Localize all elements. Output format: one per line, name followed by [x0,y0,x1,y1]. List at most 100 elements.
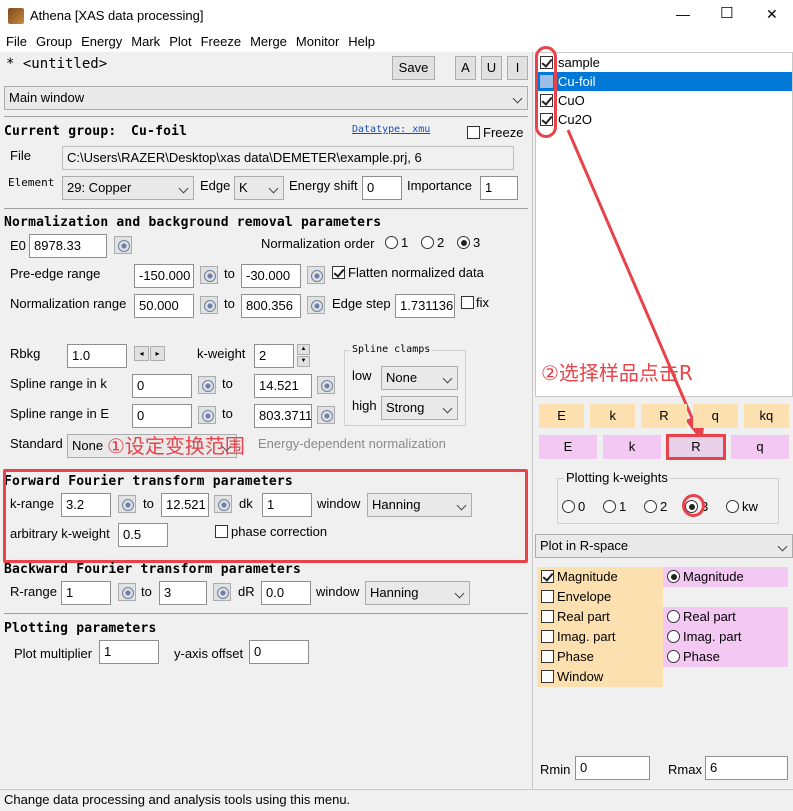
maximize-button[interactable]: ☐ [720,4,733,22]
close-button[interactable]: ✕ [766,6,778,23]
e0-pick-icon[interactable] [114,236,132,254]
rrange-to-pick-icon[interactable] [213,583,231,601]
plot-option-window[interactable]: Window [537,667,663,687]
plot-e-button[interactable]: E [539,435,597,459]
bft-window-select[interactable]: Hanning [365,581,470,605]
preedge-from-pick-icon[interactable] [200,266,218,284]
low-clamp-select[interactable]: None [381,366,458,390]
kweight-down-arrow[interactable]: ▼ [297,356,310,367]
plot-option-checkbox[interactable] [541,610,554,623]
spline-e-to-pick-icon[interactable] [317,406,335,424]
edge-step-field[interactable]: 1.731136 [395,294,455,318]
menu-energy[interactable]: Energy [81,34,127,52]
rbkg-right-arrow[interactable]: ▸ [150,346,165,361]
menu-mark[interactable]: Mark [131,34,165,52]
rmax-field[interactable]: 6 [705,756,788,780]
plot-option-phase[interactable]: Phase [663,647,788,667]
plot-r-button[interactable]: R [666,434,726,460]
plot-option-phase[interactable]: Phase [537,647,663,667]
menu-merge[interactable]: Merge [250,34,292,52]
plot-option-imag-part[interactable]: Imag. part [663,627,788,647]
rbkg-field[interactable]: 1.0 [67,344,127,368]
rrange-from-pick-icon[interactable] [118,583,136,601]
spline-k-to-pick-icon[interactable] [317,376,335,394]
preedge-to-field[interactable]: -30.000 [241,264,301,288]
preedge-from-field[interactable]: -150.000 [134,264,194,288]
menu-help[interactable]: Help [348,34,380,52]
rmin-field[interactable]: 0 [575,756,650,780]
save-button[interactable]: Save [392,56,435,80]
group-list-item[interactable]: CuO [536,91,792,110]
normrange-from-pick-icon[interactable] [200,296,218,314]
plot-option-radio[interactable] [667,650,680,663]
plot-option-checkbox[interactable] [541,650,554,663]
plot-option-checkbox[interactable] [541,590,554,603]
spline-k-from-field[interactable]: 0 [132,374,192,398]
minimize-button[interactable]: — [676,6,690,22]
menu-freeze[interactable]: Freeze [201,34,246,52]
dr-field[interactable]: 0.0 [261,581,311,605]
plot-q-button[interactable]: q [692,404,738,428]
plot-kq-button[interactable]: kq [743,404,789,428]
plot-option-magnitude[interactable]: Magnitude [537,567,663,587]
element-select[interactable]: 29: Copper [62,176,194,200]
spline-e-from-pick-icon[interactable] [198,406,216,424]
plot-option-checkbox[interactable] [541,670,554,683]
plot-multiplier-field[interactable]: 1 [99,640,159,664]
yaxis-offset-field[interactable]: 0 [249,640,309,664]
normrange-to-pick-icon[interactable] [307,296,325,314]
unmark-button[interactable]: U [481,56,502,80]
plot-option-radio[interactable] [667,570,680,583]
kweight-field[interactable]: 2 [254,344,294,368]
kweight-0-radio[interactable] [562,500,575,513]
main-window-select[interactable]: Main window [4,86,528,110]
plot-option-checkbox[interactable] [541,630,554,643]
datatype-link[interactable]: Datatype: xmu [352,124,430,135]
plot-space-select[interactable]: Plot in R-space [535,534,793,558]
plot-option-imag-part[interactable]: Imag. part [537,627,663,647]
plot-q-button[interactable]: q [731,435,789,459]
plot-option-magnitude[interactable]: Magnitude [663,567,788,587]
menu-group[interactable]: Group [36,34,77,52]
normrange-from-field[interactable]: 50.000 [134,294,194,318]
spline-k-from-pick-icon[interactable] [198,376,216,394]
preedge-to-pick-icon[interactable] [307,266,325,284]
order-2-radio[interactable] [421,236,434,249]
mark-all-button[interactable]: A [455,56,476,80]
spline-k-to-field[interactable]: 14.521 [254,374,312,398]
invert-marks-button[interactable]: I [507,56,528,80]
plot-k-button[interactable]: k [590,404,636,428]
kweight-2-radio[interactable] [644,500,657,513]
menu-plot[interactable]: Plot [169,34,196,52]
group-list-item[interactable]: Cu-foil [536,72,792,91]
energy-shift-field[interactable]: 0 [362,176,402,200]
plot-option-real-part[interactable]: Real part [663,607,788,627]
menu-file[interactable]: File [6,34,32,52]
plot-option-envelope[interactable]: Envelope [537,587,663,607]
spline-e-to-field[interactable]: 803.3711 [254,404,312,428]
importance-field[interactable]: 1 [480,176,518,200]
fix-checkbox[interactable] [461,296,474,309]
order-1-radio[interactable] [385,236,398,249]
kweight-kw-radio[interactable] [726,500,739,513]
normrange-to-field[interactable]: 800.356 [241,294,301,318]
group-list-item[interactable]: sample [536,53,792,72]
rrange-from-field[interactable]: 1 [61,581,111,605]
high-clamp-select[interactable]: Strong [381,396,458,420]
file-path-field[interactable]: C:\Users\RAZER\Desktop\xas data\DEMETER\… [62,146,514,170]
rbkg-left-arrow[interactable]: ◂ [134,346,149,361]
spline-e-from-field[interactable]: 0 [132,404,192,428]
rrange-to-field[interactable]: 3 [159,581,207,605]
plot-e-button[interactable]: E [539,404,585,428]
edge-select[interactable]: K [234,176,284,200]
e0-field[interactable]: 8978.33 [29,234,107,258]
plot-option-radio[interactable] [667,610,680,623]
order-3-radio[interactable] [457,236,470,249]
kweight-up-arrow[interactable]: ▲ [297,344,310,355]
plot-k-button[interactable]: k [603,435,661,459]
plot-option-checkbox[interactable] [541,570,554,583]
flatten-checkbox[interactable] [332,266,345,279]
plot-r-button[interactable]: R [641,404,687,428]
plot-option-radio[interactable] [667,630,680,643]
freeze-checkbox[interactable] [467,126,480,139]
